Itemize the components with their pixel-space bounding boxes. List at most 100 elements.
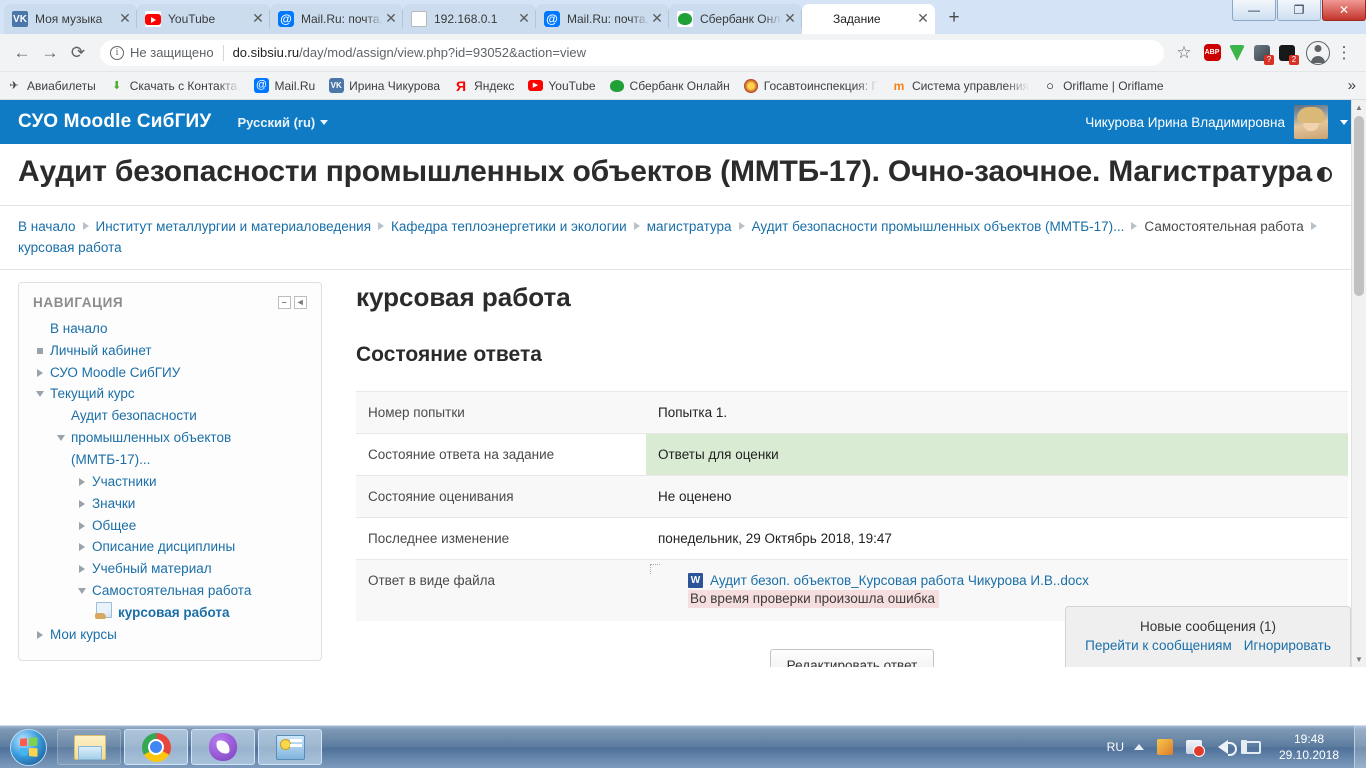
breadcrumb-item[interactable]: Аудит безопасности промышленных объектов… (752, 219, 1125, 234)
nav-item-current-course[interactable]: Текущий курс (33, 383, 307, 405)
nav-item-label[interactable]: Аудит безопасности промышленных объектов… (71, 405, 243, 471)
tray-app-icon[interactable] (1154, 736, 1176, 758)
browser-tab[interactable]: Сбербанк Онлайн ✕ (669, 4, 802, 34)
chevron-right-icon[interactable] (75, 493, 89, 508)
new-tab-button[interactable]: + (939, 7, 969, 31)
hide-block-icon[interactable]: ◄ (294, 295, 307, 309)
chevron-right-icon[interactable] (75, 515, 89, 530)
tab-close-icon[interactable]: ✕ (915, 11, 931, 27)
nav-item-participants[interactable]: Участники (33, 471, 307, 493)
scrollbar-thumb[interactable] (1354, 116, 1364, 296)
bookmark-item[interactable]: m Система управления (891, 78, 1029, 94)
clock[interactable]: 19:48 29.10.2018 (1270, 731, 1354, 763)
nav-item-label[interactable]: СУО Moodle СибГИУ (50, 362, 180, 384)
scroll-down-icon[interactable]: ▼ (1352, 652, 1366, 667)
info-icon[interactable]: i (110, 45, 124, 60)
control-panel-taskbar-button[interactable] (258, 729, 322, 765)
breadcrumb-item[interactable]: магистратура (647, 219, 732, 234)
nav-item-label[interactable]: Значки (92, 493, 135, 515)
page-scrollbar[interactable]: ▲ ▼ (1351, 100, 1366, 667)
file-link[interactable]: Аудит безоп. объектов_Курсовая работа Чи… (710, 573, 1089, 588)
contrast-toggle-icon[interactable] (1316, 167, 1332, 182)
nav-item-label[interactable]: Учебный материал (92, 558, 212, 580)
nav-item-coursework[interactable]: курсовая работа (33, 602, 307, 624)
network-error-icon[interactable] (1183, 736, 1205, 758)
chevron-down-icon[interactable] (33, 383, 47, 398)
user-menu[interactable]: Чикурова Ирина Владимировна (1085, 105, 1366, 139)
show-desktop-button[interactable] (1354, 725, 1366, 768)
bookmark-item[interactable]: Сбербанк Онлайн (609, 78, 730, 94)
nav-item-label[interactable]: Текущий курс (50, 383, 135, 405)
dock-block-icon[interactable]: – (278, 295, 291, 309)
dark-extension-icon[interactable]: 2 (1276, 42, 1299, 65)
nav-item-home[interactable]: В начало (33, 318, 307, 340)
goto-messages-link[interactable]: Перейти к сообщениям (1085, 638, 1232, 653)
bookmark-item[interactable]: @ Mail.Ru (253, 78, 315, 94)
browser-tab[interactable]: Mail.Ru: почта, по ✕ (536, 4, 669, 34)
browser-tab[interactable]: YouTube ✕ (137, 4, 270, 34)
nav-item-selfstudy[interactable]: Самостоятельная работа (33, 580, 307, 602)
nav-item-my-courses[interactable]: Мои курсы (33, 624, 307, 646)
close-window-button[interactable]: ✕ (1322, 0, 1366, 21)
nav-item-course[interactable]: Аудит безопасности промышленных объектов… (33, 405, 307, 471)
chevron-right-icon[interactable] (33, 624, 47, 639)
tab-close-icon[interactable]: ✕ (117, 11, 133, 27)
browser-tab[interactable]: VK Моя музыка ✕ (4, 4, 137, 34)
nav-item-materials[interactable]: Учебный материал (33, 558, 307, 580)
address-bar[interactable]: i Не защищено do.sibsiu.ru/day/mod/assig… (100, 39, 1164, 66)
shield-extension-icon[interactable] (1226, 42, 1248, 64)
puzzle-extension-icon[interactable]: ? (1251, 42, 1274, 65)
chevron-right-icon[interactable] (75, 536, 89, 552)
tab-close-icon[interactable]: ✕ (516, 11, 532, 27)
chevron-down-icon[interactable] (75, 580, 89, 595)
bookmarks-overflow-button[interactable]: » (1348, 77, 1360, 94)
chevron-down-icon[interactable] (54, 405, 68, 442)
tab-close-icon[interactable]: ✕ (250, 11, 266, 27)
bookmark-item[interactable]: Госавтоинспекция: Г (743, 78, 878, 94)
nav-item-label[interactable]: Участники (92, 471, 157, 493)
bookmark-item[interactable]: Я Яндекс (453, 78, 514, 94)
volume-icon[interactable] (1212, 736, 1237, 758)
browser-tab[interactable]: 192.168.0.1 ✕ (403, 4, 536, 34)
breadcrumb-item[interactable]: В начало (18, 219, 76, 234)
minimize-button[interactable]: — (1232, 0, 1276, 21)
nav-item-description[interactable]: Описание дисциплины (33, 536, 307, 558)
nav-item-dashboard[interactable]: Личный кабинет (33, 340, 307, 362)
browser-tab[interactable]: Mail.Ru: почта, по ✕ (270, 4, 403, 34)
bookmark-item[interactable]: VK Ирина Чикурова (328, 78, 440, 94)
bookmark-item[interactable]: ○ Oriflame | Oriflame (1042, 78, 1163, 94)
nav-item-label[interactable]: Самостоятельная работа (92, 580, 251, 602)
display-icon[interactable] (1240, 736, 1263, 758)
chrome-menu-icon[interactable]: ⋮ (1330, 39, 1358, 67)
nav-item-label[interactable]: Мои курсы (50, 624, 117, 646)
forward-icon[interactable]: → (36, 39, 64, 67)
bookmark-item[interactable]: ✈ Авиабилеты (6, 78, 95, 94)
bookmark-star-icon[interactable]: ☆ (1170, 39, 1198, 67)
profile-avatar-icon[interactable] (1306, 40, 1330, 65)
language-indicator[interactable]: RU (1107, 740, 1124, 754)
viber-taskbar-button[interactable] (191, 729, 255, 765)
nav-item-general[interactable]: Общее (33, 515, 307, 537)
maximize-button[interactable]: ❐ (1277, 0, 1321, 21)
chevron-right-icon[interactable] (75, 558, 89, 574)
nav-item-label[interactable]: Описание дисциплины (92, 536, 235, 558)
breadcrumb-item[interactable]: Институт металлургии и материаловедения (96, 219, 372, 234)
back-icon[interactable]: ← (8, 39, 36, 67)
file-item[interactable]: W Аудит безоп. объектов_Курсовая работа … (688, 572, 1340, 588)
tab-close-icon[interactable]: ✕ (383, 11, 399, 27)
tab-close-icon[interactable]: ✕ (649, 11, 665, 27)
nav-item-label[interactable]: В начало (50, 318, 108, 340)
reload-icon[interactable]: ⟳ (64, 39, 92, 67)
nav-item-label[interactable]: Общее (92, 515, 136, 537)
start-button[interactable] (2, 727, 54, 768)
nav-item-label[interactable]: курсовая работа (118, 602, 229, 624)
explorer-taskbar-button[interactable] (57, 729, 121, 765)
site-brand[interactable]: СУО Moodle СибГИУ (18, 111, 211, 133)
chrome-taskbar-button[interactable] (124, 729, 188, 765)
breadcrumb-item-current[interactable]: курсовая работа (18, 240, 122, 255)
tab-close-icon[interactable]: ✕ (782, 11, 798, 27)
chevron-right-icon[interactable] (75, 471, 89, 486)
breadcrumb-item[interactable]: Кафедра теплоэнергетики и экологии (391, 219, 627, 234)
scroll-up-icon[interactable]: ▲ (1352, 100, 1366, 115)
nav-item-site[interactable]: СУО Moodle СибГИУ (33, 362, 307, 384)
